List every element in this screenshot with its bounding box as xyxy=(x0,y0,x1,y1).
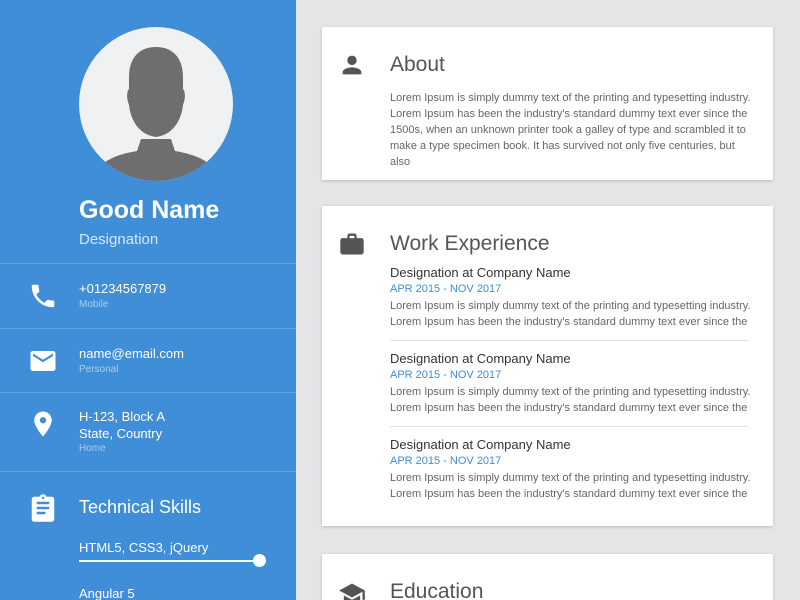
work-title: Work Experience xyxy=(390,232,550,255)
about-title: About xyxy=(390,53,445,76)
job-title: Designation at Company Name xyxy=(390,437,571,452)
skill-name: HTML5, CSS3, jQuery xyxy=(79,540,209,555)
profile-sidebar: Good Name Designation +01234567879 Mobil… xyxy=(0,0,296,600)
divider xyxy=(0,263,296,264)
address-label: Home xyxy=(79,443,106,454)
skill-slider-fill xyxy=(79,560,260,562)
skill-slider[interactable] xyxy=(79,554,266,567)
work-experience-card: Work Experience Designation at Company N… xyxy=(322,206,773,526)
avatar xyxy=(79,27,233,181)
profile-designation: Designation xyxy=(79,231,159,248)
phone-icon xyxy=(31,284,55,308)
job-divider xyxy=(390,340,748,341)
address-line1: H-123, Block A xyxy=(79,409,165,424)
phone-value: +01234567879 xyxy=(79,281,167,296)
location-pin-icon xyxy=(34,411,52,437)
job-dates: APR 2015 - NOV 2017 xyxy=(390,369,502,381)
about-text: Lorem Ipsum is simply dummy text of the … xyxy=(390,92,751,168)
briefcase-icon xyxy=(340,233,364,255)
education-card: Education xyxy=(322,554,773,600)
job-title: Designation at Company Name xyxy=(390,351,571,366)
education-title: Education xyxy=(390,580,484,600)
divider xyxy=(0,392,296,393)
email-label: Personal xyxy=(79,364,119,375)
job-divider xyxy=(390,426,748,427)
person-silhouette-icon xyxy=(91,47,221,181)
divider xyxy=(0,471,296,472)
graduation-cap-icon xyxy=(339,583,365,600)
skills-title: Technical Skills xyxy=(79,497,202,517)
address-line2: State, Country xyxy=(79,426,163,441)
job-dates: APR 2015 - NOV 2017 xyxy=(390,283,502,295)
person-icon xyxy=(342,55,362,75)
skill-name: Angular 5 xyxy=(79,586,135,600)
clipboard-icon xyxy=(31,494,55,522)
email-icon xyxy=(30,351,56,371)
job-description: Lorem Ipsum is simply dummy text of the … xyxy=(390,386,751,414)
job-description: Lorem Ipsum is simply dummy text of the … xyxy=(390,472,751,500)
job-description: Lorem Ipsum is simply dummy text of the … xyxy=(390,300,751,328)
divider xyxy=(0,328,296,329)
email-value: name@email.com xyxy=(79,346,184,361)
phone-label: Mobile xyxy=(79,299,109,310)
profile-name: Good Name xyxy=(79,196,220,224)
job-dates: APR 2015 - NOV 2017 xyxy=(390,455,502,467)
about-card: About Lorem Ipsum is simply dummy text o… xyxy=(322,27,773,180)
skill-slider-knob[interactable] xyxy=(252,554,266,567)
job-title: Designation at Company Name xyxy=(390,265,571,280)
